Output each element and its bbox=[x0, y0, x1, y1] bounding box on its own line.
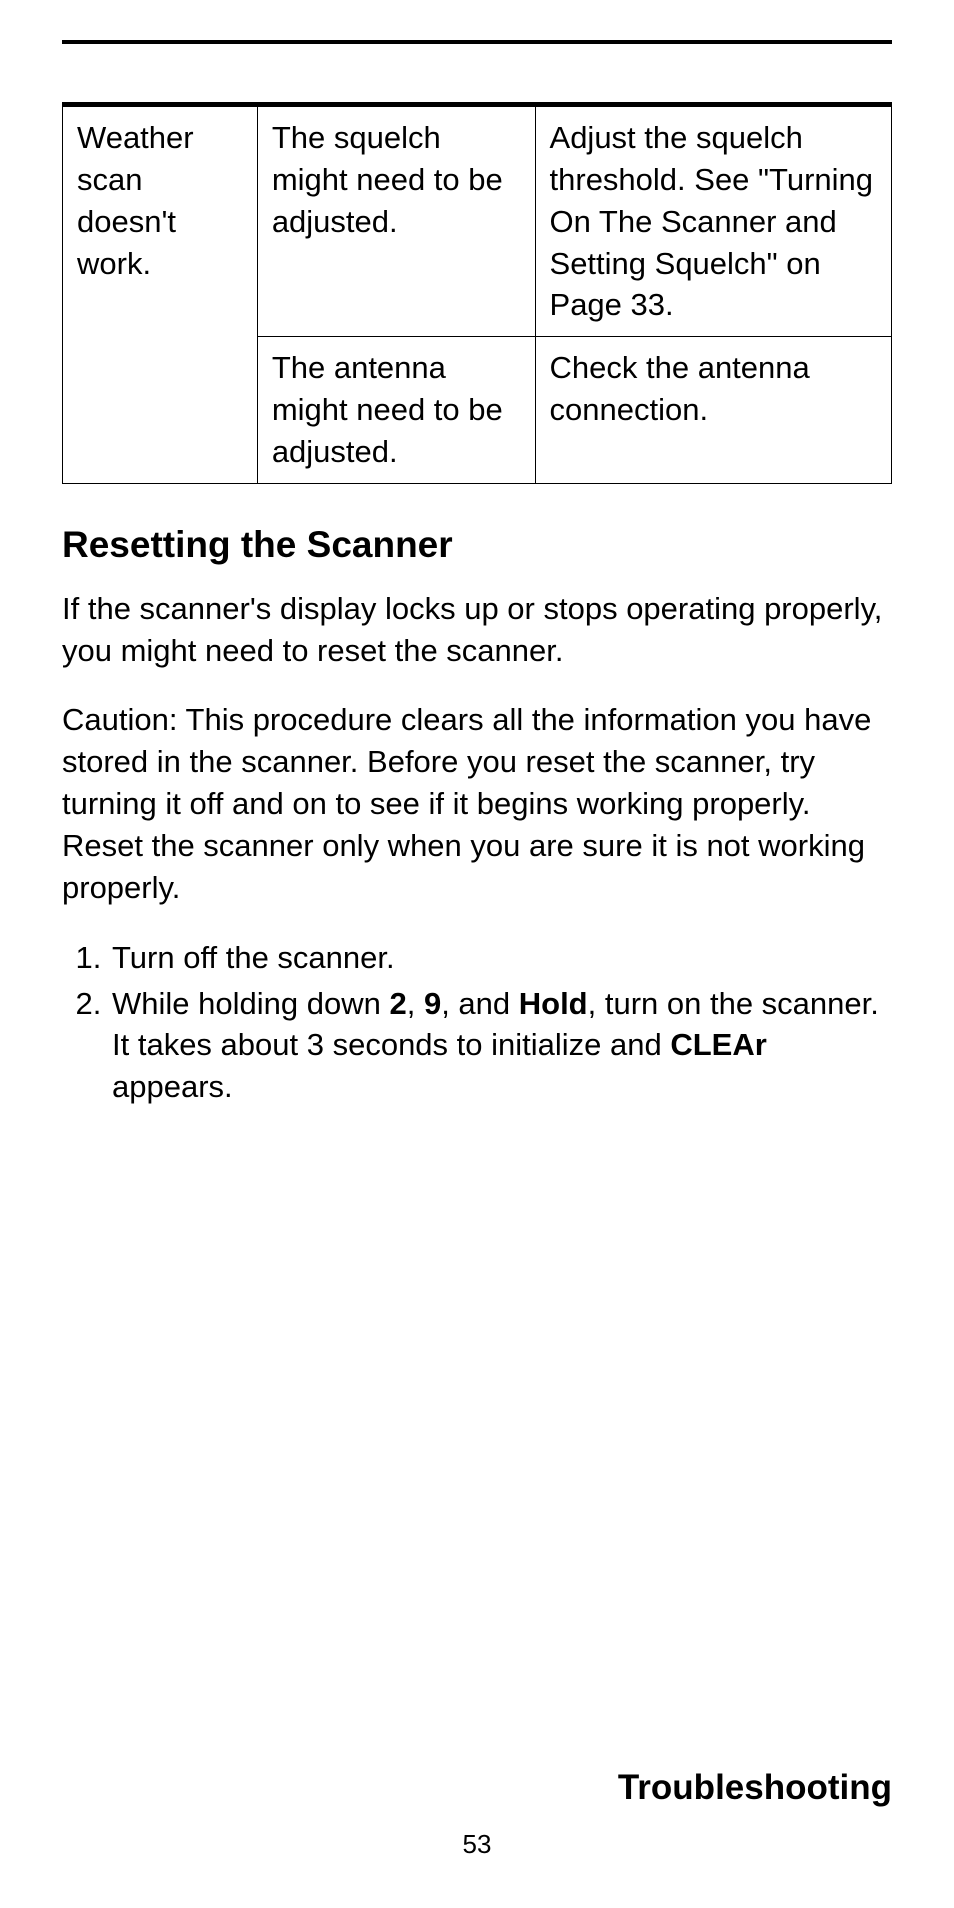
key-label: 9 bbox=[424, 986, 441, 1021]
step-text: While holding down bbox=[112, 986, 389, 1021]
problem-cell: Weather scan doesn't work. bbox=[63, 107, 258, 484]
table-row: Weather scan doesn't work. The squelch m… bbox=[63, 107, 892, 337]
key-label: 2 bbox=[389, 986, 406, 1021]
step-text: appears. bbox=[112, 1069, 233, 1104]
key-label: CLEAr bbox=[670, 1027, 766, 1062]
key-label: Hold bbox=[519, 986, 588, 1021]
top-rule bbox=[62, 40, 892, 44]
cause-cell: The antenna might need to be adjusted. bbox=[257, 337, 535, 484]
section-heading: Resetting the Scanner bbox=[62, 524, 892, 566]
steps-list: Turn off the scanner. While holding down… bbox=[62, 937, 892, 1108]
troubleshooting-table: Weather scan doesn't work. The squelch m… bbox=[62, 106, 892, 484]
body-paragraph: If the scanner's display locks up or sto… bbox=[62, 588, 892, 672]
step-text: , and bbox=[441, 986, 519, 1021]
solution-cell: Adjust the squelch threshold. See "Turni… bbox=[535, 107, 891, 337]
list-item: While holding down 2, 9, and Hold, turn … bbox=[110, 983, 892, 1109]
body-paragraph: Caution: This procedure clears all the i… bbox=[62, 699, 892, 908]
step-text: , bbox=[407, 986, 424, 1021]
cause-cell: The squelch might need to be adjusted. bbox=[257, 107, 535, 337]
page-number: 53 bbox=[0, 1829, 954, 1860]
list-item: Turn off the scanner. bbox=[110, 937, 892, 979]
footer-section-title: Troubleshooting bbox=[618, 1768, 892, 1808]
solution-cell: Check the antenna connection. bbox=[535, 337, 891, 484]
